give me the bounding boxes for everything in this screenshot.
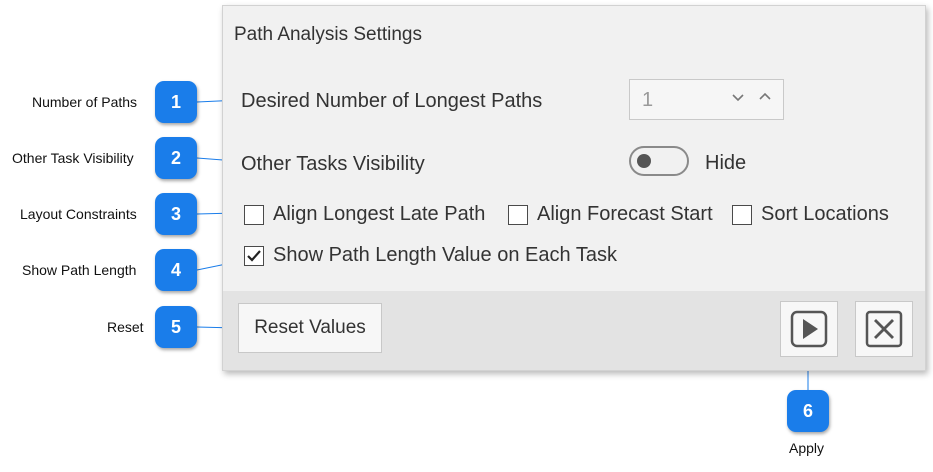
checkbox-box xyxy=(508,204,528,225)
checkmark-icon xyxy=(247,249,261,262)
callout-badge-2: 2 xyxy=(155,137,197,179)
callout-badge-1: 1 xyxy=(155,81,197,123)
checkbox-label: Align Longest Late Path xyxy=(273,203,486,225)
checkbox-label: Show Path Length Value on Each Task xyxy=(273,244,617,266)
chevron-down-icon[interactable] xyxy=(730,89,748,107)
dialog-footer: Reset Values xyxy=(223,291,925,370)
apply-button[interactable] xyxy=(780,301,838,357)
desired-paths-label: Desired Number of Longest Paths xyxy=(241,90,543,112)
checkbox-box xyxy=(732,204,752,225)
desired-paths-stepper[interactable]: 1 xyxy=(629,79,784,120)
path-analysis-settings-dialog: Path Analysis Settings Desired Number of… xyxy=(222,5,926,371)
chevron-up-icon[interactable] xyxy=(757,89,775,107)
callout-badge-5: 5 xyxy=(155,306,197,348)
close-icon xyxy=(865,310,903,348)
other-tasks-visibility-label: Other Tasks Visibility xyxy=(241,153,425,175)
toggle-knob xyxy=(637,154,651,168)
callout-badge-6: 6 xyxy=(787,390,829,432)
other-tasks-visibility-toggle[interactable] xyxy=(629,146,689,176)
callout-label-show-path-length: Show Path Length xyxy=(22,262,137,278)
checkbox-label: Sort Locations xyxy=(761,203,889,225)
play-icon xyxy=(790,310,828,348)
callout-label-apply: Apply xyxy=(789,440,825,456)
show-path-length-checkbox[interactable]: Show Path Length Value on Each Task xyxy=(244,244,617,267)
checkbox-box xyxy=(244,204,264,225)
callout-badge-4: 4 xyxy=(155,249,197,291)
align-forecast-start-checkbox[interactable]: Align Forecast Start xyxy=(508,203,713,226)
callout-label-reset: Reset xyxy=(107,319,144,335)
reset-values-button[interactable]: Reset Values xyxy=(238,303,382,353)
checkbox-label: Align Forecast Start xyxy=(537,203,713,225)
callout-label-layout-constraints: Layout Constraints xyxy=(20,206,137,222)
dialog-title: Path Analysis Settings xyxy=(234,24,422,45)
close-button[interactable] xyxy=(855,301,913,357)
callout-label-other-task-visibility: Other Task Visibility xyxy=(12,150,134,166)
toggle-state-label: Hide xyxy=(705,152,747,174)
align-longest-late-path-checkbox[interactable]: Align Longest Late Path xyxy=(244,203,485,226)
checkbox-box xyxy=(244,245,264,266)
callout-label-number-of-paths: Number of Paths xyxy=(32,94,138,110)
callout-badge-3: 3 xyxy=(155,193,197,235)
desired-paths-value: 1 xyxy=(642,89,654,111)
sort-locations-checkbox[interactable]: Sort Locations xyxy=(732,203,889,226)
